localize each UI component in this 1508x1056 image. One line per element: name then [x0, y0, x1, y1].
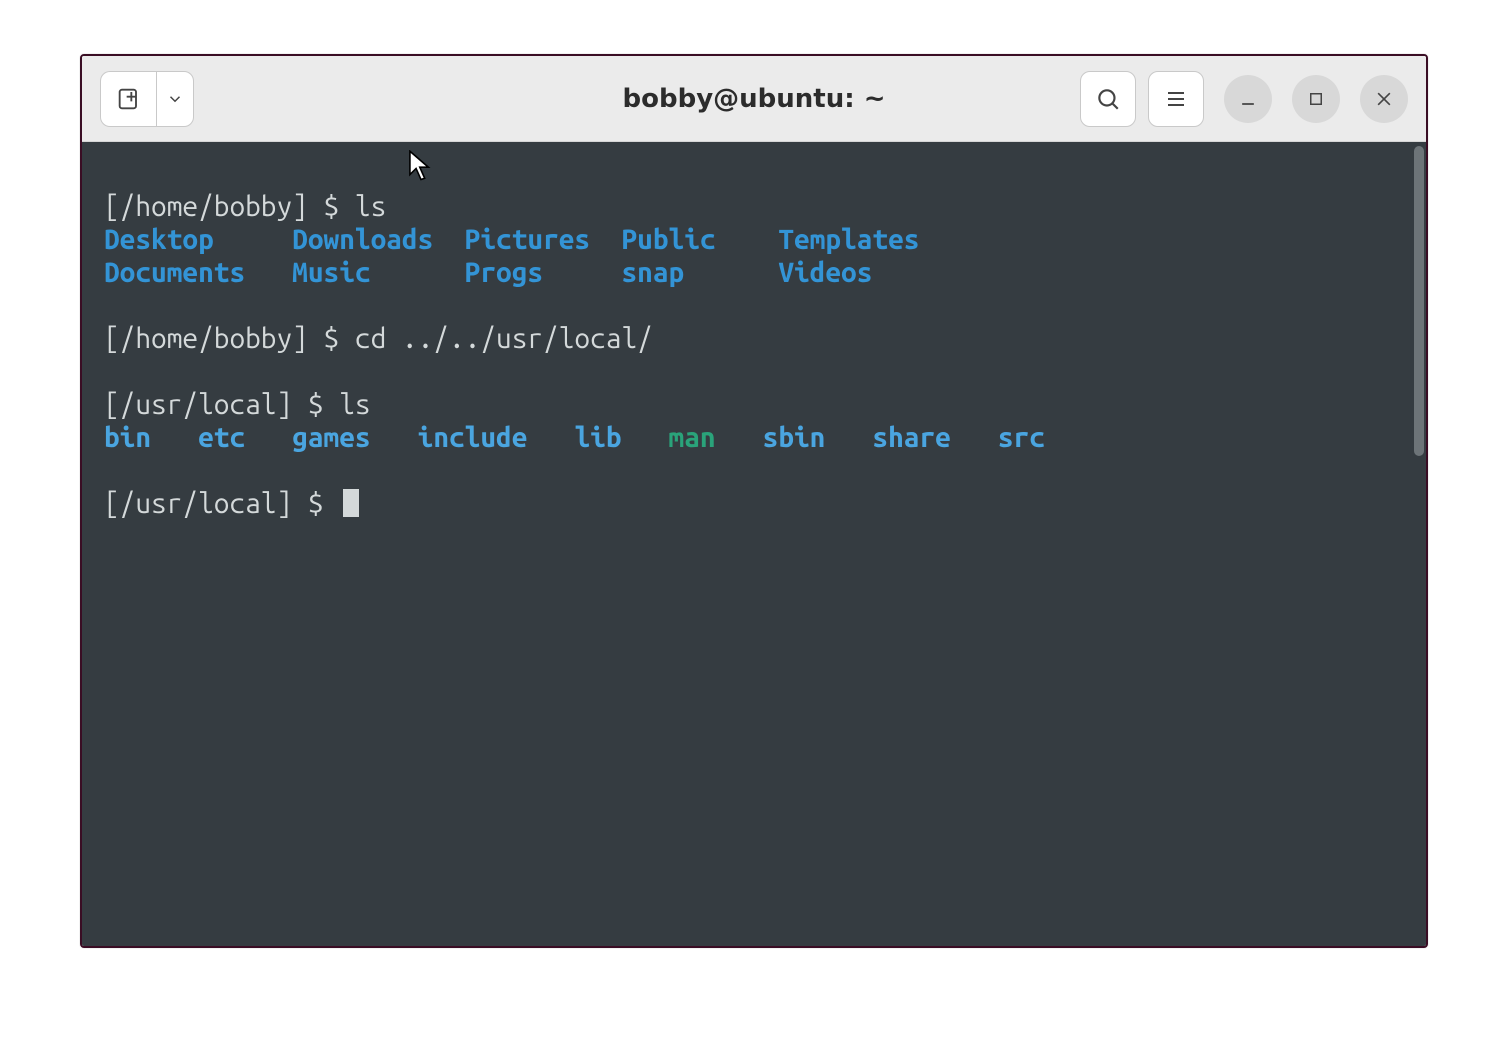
terminal-command: ls	[355, 191, 386, 222]
maximize-button[interactable]	[1292, 75, 1340, 123]
ls-entry: Documents	[104, 257, 245, 288]
ls-entry: man	[669, 422, 716, 453]
ls-entry: Pictures	[465, 224, 590, 255]
terminal-viewport[interactable]: [/home/bobby] $ ls Desktop Downloads Pict…	[82, 142, 1426, 946]
menu-button[interactable]	[1148, 71, 1204, 127]
terminal-output[interactable]: [/home/bobby] $ ls Desktop Downloads Pict…	[82, 142, 1410, 946]
tab-dropdown-button[interactable]	[156, 71, 194, 127]
ls-entry: Progs	[465, 257, 543, 288]
scrollbar-thumb[interactable]	[1414, 146, 1424, 456]
close-button[interactable]	[1360, 75, 1408, 123]
terminal-prompt: [/home/bobby] $	[104, 191, 355, 222]
ls-entry: snap	[621, 257, 684, 288]
titlebar: bobby@ubuntu: ~	[82, 56, 1426, 142]
terminal-command: ls	[339, 389, 370, 420]
hamburger-icon	[1164, 87, 1188, 111]
ls-entry: src	[998, 422, 1045, 453]
chevron-down-icon	[166, 90, 184, 108]
close-icon	[1374, 89, 1394, 109]
terminal-prompt: [/usr/local] $	[104, 488, 339, 519]
ls-entry: Templates	[778, 224, 919, 255]
new-tab-button[interactable]	[100, 71, 156, 127]
header-right-controls	[1080, 71, 1408, 127]
ls-entry: Desktop	[104, 224, 214, 255]
minimize-button[interactable]	[1224, 75, 1272, 123]
terminal-command: cd ../../usr/local/	[355, 323, 653, 354]
terminal-window: bobby@ubuntu: ~	[80, 54, 1428, 948]
ls-entry: share	[872, 422, 950, 453]
search-icon	[1095, 86, 1121, 112]
ls-entry: Downloads	[292, 224, 433, 255]
ls-entry: Videos	[778, 257, 872, 288]
ls-entry: Public	[622, 224, 716, 255]
minimize-icon	[1238, 89, 1258, 109]
ls-entry: bin	[104, 422, 151, 453]
new-tab-icon	[115, 85, 143, 113]
tab-controls	[100, 71, 194, 127]
ls-entry: lib	[574, 422, 621, 453]
terminal-prompt: [/usr/local] $	[104, 389, 339, 420]
ls-entry: include	[418, 422, 528, 453]
ls-entry: Music	[292, 257, 370, 288]
terminal-cursor	[343, 489, 359, 517]
search-button[interactable]	[1080, 71, 1136, 127]
maximize-icon	[1307, 90, 1325, 108]
terminal-prompt: [/home/bobby] $	[104, 323, 355, 354]
ls-entry: sbin	[763, 422, 826, 453]
ls-entry: games	[292, 422, 370, 453]
ls-entry: etc	[198, 422, 245, 453]
